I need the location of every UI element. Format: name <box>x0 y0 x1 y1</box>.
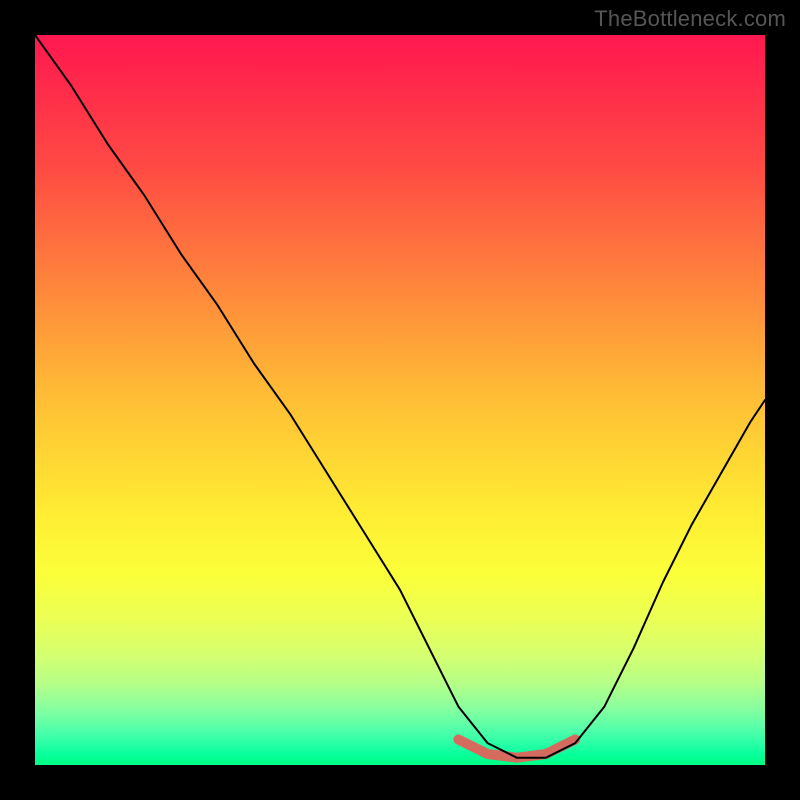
chart-svg <box>35 35 765 765</box>
highlight-band <box>458 740 575 758</box>
watermark-text: TheBottleneck.com <box>594 6 786 32</box>
plot-area <box>35 35 765 765</box>
data-curve <box>35 35 765 758</box>
chart-container: TheBottleneck.com <box>0 0 800 800</box>
